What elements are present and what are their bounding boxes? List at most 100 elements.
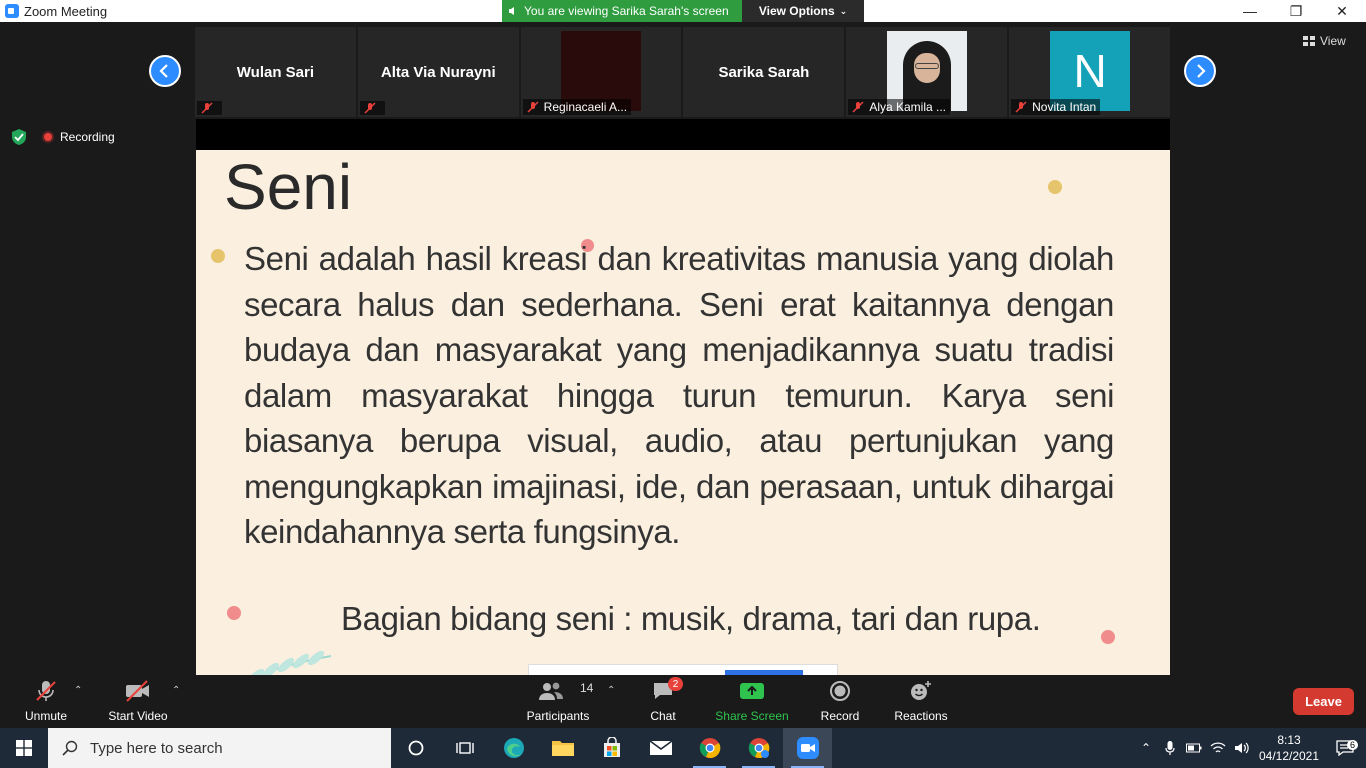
action-center-button[interactable]: 6	[1324, 740, 1366, 756]
previous-page-button[interactable]	[149, 55, 181, 87]
zoom-app[interactable]	[783, 728, 832, 768]
participants-button[interactable]: 14 Participants	[524, 675, 594, 728]
wifi-icon[interactable]	[1206, 728, 1230, 768]
muted-mic-icon	[36, 681, 56, 701]
slide-footer: Bagian bidang seni : musik, drama, tari …	[341, 600, 1041, 637]
task-view-button[interactable]	[440, 728, 489, 768]
share-screen-button[interactable]: Share Screen	[715, 675, 789, 728]
recording-label: Recording	[60, 130, 115, 144]
window-title: Zoom Meeting	[24, 3, 108, 19]
start-button[interactable]	[0, 728, 48, 768]
leave-button[interactable]: Leave	[1293, 688, 1354, 715]
audio-options-caret[interactable]: ⌃	[74, 685, 82, 696]
participant-tile[interactable]: Alta Via Nurayni	[357, 27, 519, 117]
muted-mic-icon	[1015, 101, 1027, 113]
meeting-stage: Wulan Sari Alta Via Nurayni Reginacaeli …	[0, 22, 1366, 675]
slide-title: Seni	[224, 151, 353, 223]
view-label: View	[1320, 34, 1346, 48]
participant-tile[interactable]: N Novita Intan	[1009, 27, 1170, 117]
zoom-icon	[796, 737, 819, 759]
taskbar-clock[interactable]: 8:13 04/12/2021	[1254, 732, 1324, 764]
minimize-button[interactable]: —	[1227, 0, 1273, 22]
edge-icon	[503, 738, 524, 758]
system-tray: ⌃ 8:13 04/12/2021 6	[1134, 728, 1366, 768]
participant-name: Sarika Sarah	[718, 63, 810, 81]
view-options-label: View Options	[758, 4, 835, 18]
cortana-icon	[408, 740, 423, 756]
participant-tile[interactable]: Sarika Sarah	[683, 27, 845, 117]
search-placeholder: Type here to search	[90, 739, 223, 757]
chevron-left-icon	[159, 64, 168, 78]
chrome-profile-app[interactable]	[734, 728, 783, 768]
edge-app[interactable]	[489, 728, 538, 768]
shared-screen-bar	[196, 119, 1170, 150]
view-options-button[interactable]: View Options ⌄	[742, 0, 864, 22]
cortana-button[interactable]	[391, 728, 440, 768]
maximize-button[interactable]: ❐	[1273, 0, 1319, 22]
show-hidden-icons-button[interactable]: ⌃	[1134, 728, 1158, 768]
microphone-icon[interactable]	[1158, 728, 1182, 768]
participants-options-caret[interactable]: ⌃	[607, 685, 615, 696]
start-video-button[interactable]: Start Video	[107, 675, 169, 728]
muted-mic-icon	[527, 101, 539, 113]
participant-strip: Wulan Sari Alta Via Nurayni Reginacaeli …	[195, 27, 1170, 117]
screen-share-banner: You are viewing Sarika Sarah's screen Vi…	[502, 0, 864, 22]
shared-slide: Seni Seni adalah hasil kreasi dan kreati…	[196, 150, 1170, 675]
bullet-dot	[211, 249, 225, 263]
taskbar-search-input[interactable]: Type here to search	[48, 728, 391, 768]
leaf-decoration-icon	[247, 650, 332, 675]
participant-tile[interactable]: Reginacaeli A...	[520, 27, 682, 117]
chat-button[interactable]: 2 Chat	[645, 675, 683, 728]
participant-name: Wulan Sari	[236, 63, 315, 81]
video-off-icon	[126, 680, 149, 702]
speaker-icon	[509, 7, 514, 15]
participant-name: Alta Via Nurayni	[380, 63, 496, 81]
participant-tag: Reginacaeli A...	[522, 99, 632, 115]
unmute-button[interactable]: Unmute	[20, 675, 72, 728]
store-app[interactable]	[587, 728, 636, 768]
recording-indicator[interactable]: Recording	[38, 128, 119, 146]
mail-app[interactable]	[636, 728, 685, 768]
viewing-indicator: You are viewing Sarika Sarah's screen	[502, 0, 742, 22]
windows-taskbar: Type here to search ⌃ 8:13 04/12/2021 6	[0, 728, 1366, 768]
next-page-button[interactable]	[1184, 55, 1216, 87]
volume-icon[interactable]	[1230, 728, 1254, 768]
participant-tile[interactable]: Alya Kamila ...	[846, 27, 1008, 117]
battery-icon[interactable]	[1182, 728, 1206, 768]
record-dot-icon	[42, 131, 54, 143]
chrome-icon	[699, 738, 720, 758]
windows-logo-icon	[16, 740, 32, 756]
close-button[interactable]: ✕	[1319, 0, 1365, 22]
chrome-icon	[748, 738, 769, 758]
chat-label: Chat	[650, 709, 676, 723]
participant-tile[interactable]: Wulan Sari	[195, 27, 356, 117]
participant-tag: Novita Intan	[1011, 99, 1101, 115]
grid-icon	[1303, 36, 1315, 46]
slide-body: Seni adalah hasil kreasi dan kreativitas…	[244, 240, 1114, 550]
embedded-window	[528, 664, 838, 675]
record-label: Record	[820, 709, 860, 723]
muted-mic-icon	[201, 102, 213, 114]
reactions-button[interactable]: Reactions	[893, 675, 949, 728]
store-icon	[603, 737, 620, 757]
participants-count: 14	[580, 681, 594, 695]
record-button[interactable]: Record	[818, 675, 862, 728]
clock-time: 8:13	[1277, 733, 1301, 747]
file-explorer-app[interactable]	[538, 728, 587, 768]
view-layout-button[interactable]: View	[1303, 34, 1346, 48]
chrome-app[interactable]	[685, 728, 734, 768]
zoom-app-icon	[5, 4, 19, 18]
participants-icon	[539, 682, 563, 700]
participant-tag-name: Novita Intan	[1032, 100, 1097, 114]
participant-tag-name: Reginacaeli A...	[543, 100, 628, 114]
start-video-label: Start Video	[108, 709, 168, 723]
video-options-caret[interactable]: ⌃	[172, 685, 180, 696]
meeting-toolbar: Unmute ⌃ Start Video ⌃ 14 Participants ⌃…	[0, 675, 1366, 728]
viewing-text: You are viewing Sarika Sarah's screen	[524, 4, 729, 18]
shield-icon[interactable]	[10, 128, 28, 146]
unmute-label: Unmute	[24, 709, 68, 723]
share-screen-icon	[740, 683, 764, 699]
chevron-right-icon	[1197, 64, 1206, 78]
participant-tag	[197, 101, 222, 115]
decor-dot	[1048, 180, 1062, 194]
